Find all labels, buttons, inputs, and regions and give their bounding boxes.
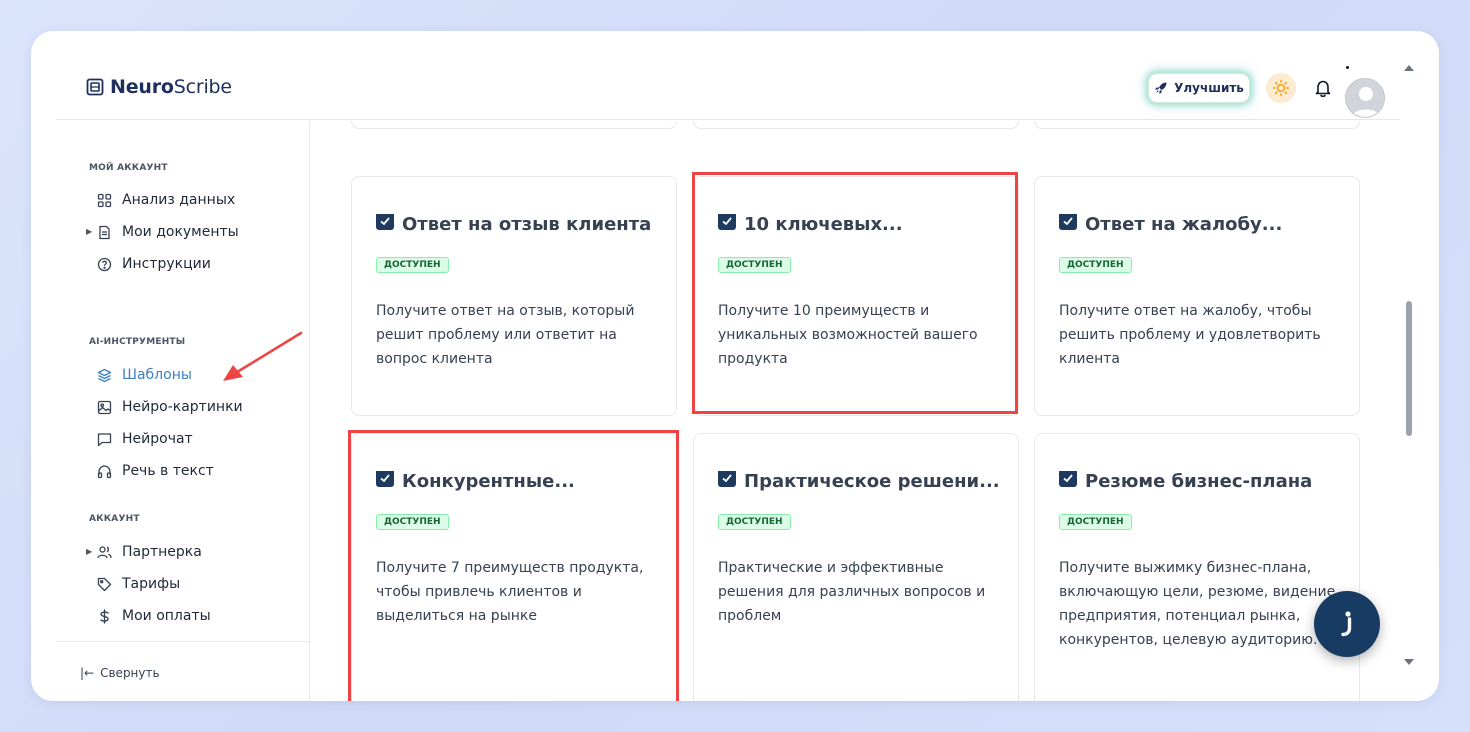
card-title: Ответ на отзыв клиента — [376, 214, 662, 235]
card-title: Резюме бизнес-плана — [1059, 471, 1345, 492]
upgrade-label: Улучшить — [1174, 81, 1244, 95]
template-card[interactable]: Ответ на жалобу... ДОСТУПЕН Получите отв… — [1034, 176, 1360, 416]
sidebar-item-label: Инструкции — [122, 256, 211, 272]
chat-bubble-logo-icon — [1341, 611, 1352, 637]
collapse-label: Свернуть — [100, 666, 160, 680]
sidebar-item-tariffs[interactable]: Тарифы — [96, 573, 180, 595]
grid-icon — [97, 193, 111, 207]
checkbox-icon — [376, 471, 394, 487]
card-title: 10 ключевых... — [718, 214, 1004, 235]
top-header: NeuroScribe Улучшить — [56, 31, 1400, 120]
card-title: Практическое решени... — [718, 471, 1004, 492]
help-circle-icon — [97, 257, 111, 271]
logo-text: NeuroScribe — [110, 76, 232, 98]
sidebar-divider — [56, 641, 310, 642]
section-label-ai-tools: AI-ИНСТРУМЕНТЫ — [89, 337, 186, 347]
users-icon — [96, 545, 112, 558]
template-card[interactable]: Ответ на отзыв клиента ДОСТУПЕН Получите… — [351, 176, 677, 416]
layers-icon — [97, 368, 111, 382]
sidebar-item-my-documents[interactable]: Мои документы — [96, 221, 239, 243]
tag-icon — [97, 577, 111, 591]
checkbox-icon — [718, 471, 736, 487]
vertical-scrollbar[interactable] — [1401, 61, 1419, 671]
sidebar-item-label: Речь в текст — [122, 463, 214, 479]
scroll-down-arrow-icon[interactable] — [1404, 659, 1414, 665]
sidebar-item-label: Нейро-картинки — [122, 399, 243, 415]
sidebar-item-my-payments[interactable]: Мои оплаты — [96, 605, 211, 627]
chat-icon — [97, 432, 111, 446]
notification-dot — [1346, 66, 1349, 69]
sidebar-item-label: Шаблоны — [122, 367, 192, 383]
template-card-partial[interactable] — [693, 121, 1019, 129]
scrollbar-thumb[interactable] — [1406, 301, 1412, 436]
checkbox-icon — [1059, 214, 1077, 230]
sidebar: МОЙ АККАУНТ Анализ данных ▶ Мои документ… — [56, 121, 310, 701]
sidebar-item-label: Мои оплаты — [122, 608, 211, 624]
user-avatar-icon — [1346, 79, 1384, 117]
annotation-arrow — [223, 331, 303, 381]
sun-icon — [1272, 79, 1290, 97]
sidebar-item-label: Партнерка — [122, 544, 202, 560]
sidebar-item-neuro-images[interactable]: Нейро-картинки — [96, 396, 243, 418]
checkbox-icon — [376, 214, 394, 230]
template-card[interactable]: 10 ключевых... ДОСТУПЕН Получите 10 преи… — [693, 176, 1019, 416]
theme-toggle-button[interactable] — [1266, 73, 1296, 103]
card-description: Получите ответ на отзыв, который решит п… — [376, 303, 635, 367]
card-description: Получите ответ на жалобу, чтобы решить п… — [1059, 303, 1321, 367]
template-card-partial[interactable] — [351, 121, 677, 129]
status-badge: ДОСТУПЕН — [718, 257, 791, 273]
rocket-icon — [1155, 82, 1167, 94]
section-label-account: АККАУНТ — [89, 514, 140, 524]
template-card-partial[interactable] — [1034, 121, 1360, 129]
sidebar-item-label: Тарифы — [122, 576, 181, 592]
sidebar-item-templates[interactable]: Шаблоны — [96, 364, 192, 386]
status-badge: ДОСТУПЕН — [1059, 257, 1132, 273]
headphones-icon — [97, 464, 111, 478]
checkbox-icon — [718, 214, 736, 230]
template-card[interactable]: Резюме бизнес-плана ДОСТУПЕН Получите вы… — [1034, 433, 1360, 701]
caret-right-icon[interactable]: ▶ — [86, 227, 92, 236]
template-card[interactable]: Практическое решени... ДОСТУПЕН Практиче… — [693, 433, 1019, 701]
avatar[interactable] — [1345, 78, 1385, 118]
sidebar-item-data-analysis[interactable]: Анализ данных — [96, 189, 235, 211]
status-badge: ДОСТУПЕН — [376, 257, 449, 273]
app-window: NeuroScribe Улучшить МОЙ АККАУНТ Анализ … — [31, 31, 1439, 701]
support-chat-button[interactable] — [1314, 591, 1380, 657]
sidebar-item-instructions[interactable]: Инструкции — [96, 253, 211, 275]
sidebar-item-label: Нейрочат — [122, 431, 193, 447]
scroll-up-arrow-icon[interactable] — [1404, 65, 1414, 71]
sidebar-item-label: Анализ данных — [122, 192, 236, 208]
status-badge: ДОСТУПЕН — [376, 514, 449, 530]
dollar-icon — [99, 608, 109, 624]
sidebar-item-partners[interactable]: Партнерка — [96, 541, 202, 563]
logo-icon — [86, 78, 104, 96]
upgrade-button[interactable]: Улучшить — [1148, 73, 1250, 103]
collapse-button[interactable]: |← Свернуть — [80, 666, 160, 680]
status-badge: ДОСТУПЕН — [718, 514, 791, 530]
bell-icon[interactable] — [1312, 77, 1334, 99]
status-badge: ДОСТУПЕН — [1059, 514, 1132, 530]
card-description: Получите 10 преимуществ и уникальных воз… — [718, 303, 978, 367]
card-description: Получите выжимку бизнес-плана, включающу… — [1059, 560, 1336, 648]
templates-grid: Ответ на отзыв клиента ДОСТУПЕН Получите… — [311, 121, 1400, 701]
card-title: Конкурентные... — [376, 471, 662, 492]
section-label-my-account: МОЙ АККАУНТ — [89, 163, 168, 173]
image-icon — [97, 400, 111, 414]
card-title: Ответ на жалобу... — [1059, 214, 1345, 235]
caret-right-icon[interactable]: ▶ — [86, 547, 92, 556]
sidebar-item-label: Мои документы — [122, 224, 239, 240]
logo[interactable]: NeuroScribe — [86, 76, 232, 98]
sidebar-item-speech-to-text[interactable]: Речь в текст — [96, 460, 214, 482]
sidebar-item-neurochat[interactable]: Нейрочат — [96, 428, 193, 450]
template-card[interactable]: Конкурентные... ДОСТУПЕН Получите 7 преи… — [351, 433, 677, 701]
checkbox-icon — [1059, 471, 1077, 487]
document-icon — [98, 225, 110, 239]
collapse-left-icon: |← — [80, 666, 95, 680]
card-description: Практические и эффективные решения для р… — [718, 560, 986, 624]
card-description: Получите 7 преимуществ продукта, чтобы п… — [376, 560, 644, 624]
